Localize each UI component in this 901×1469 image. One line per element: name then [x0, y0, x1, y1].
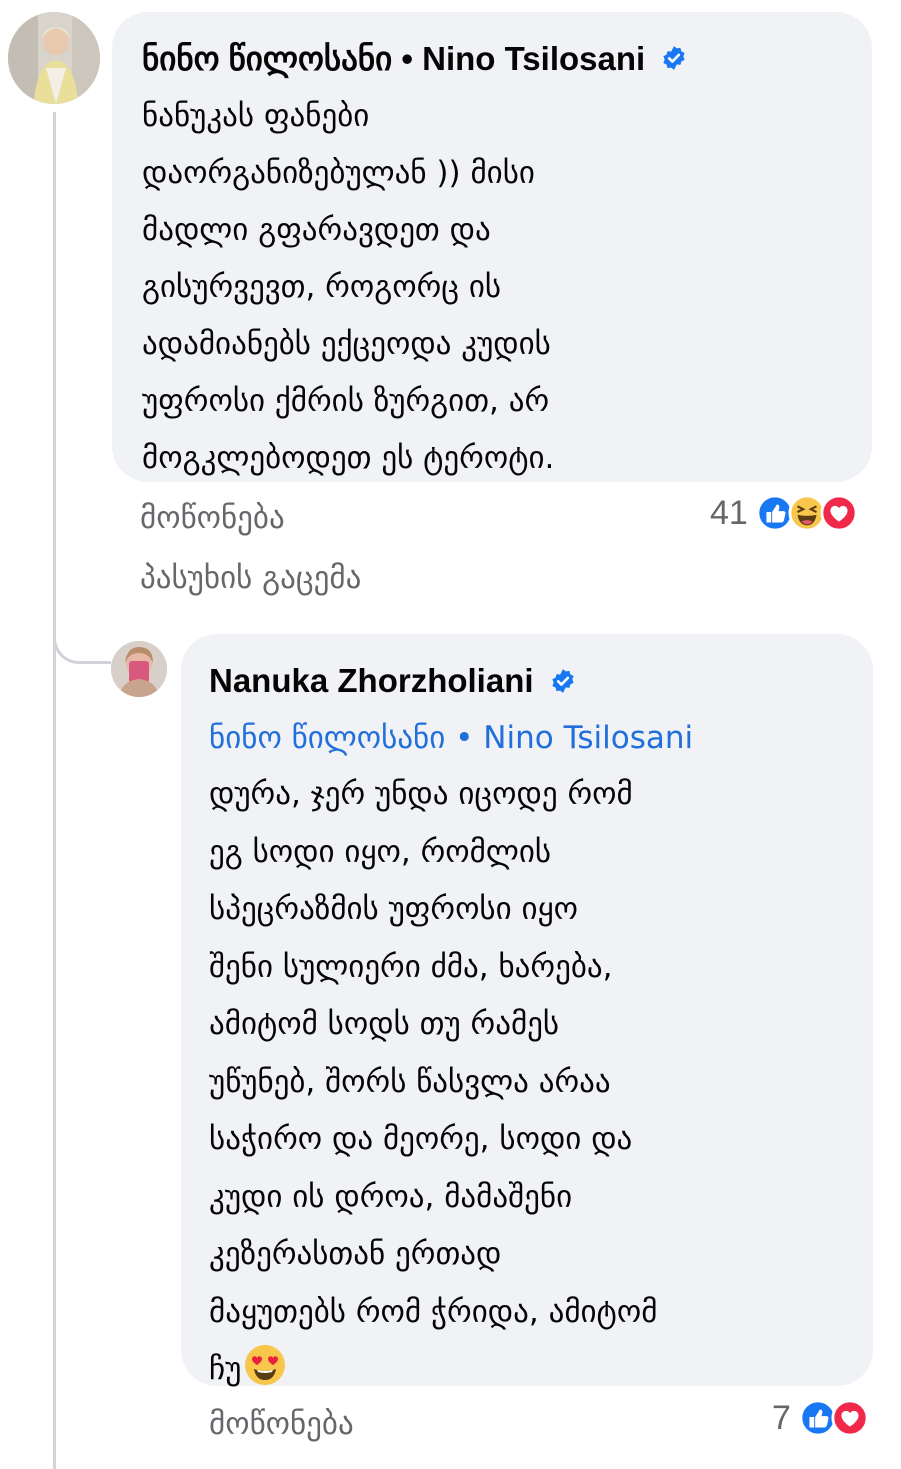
reply-reaction-count: 7 [772, 1398, 791, 1437]
verified-badge-icon [663, 46, 685, 70]
reply-avatar[interactable] [111, 641, 167, 697]
mention-link[interactable]: ნინო წილოსანი • Nino Tsilosani [209, 710, 845, 766]
heart-eyes-emoji-icon [245, 1345, 286, 1385]
comment-author[interactable]: ნინო წილოსანი • Nino Tsilosani [142, 39, 645, 78]
reply-author[interactable]: Nanuka Zhorzholiani [209, 662, 534, 700]
reply-like-button[interactable]: მოწონება [209, 1406, 354, 1442]
comment-bubble: ნინო წილოსანი • Nino Tsilosani ნანუკას ფ… [112, 12, 872, 482]
love-icon [831, 1399, 869, 1437]
like-button[interactable]: მოწონება [140, 500, 285, 536]
reply-button[interactable]: პასუხის გაცემა [140, 560, 361, 596]
avatar[interactable] [8, 12, 100, 104]
reaction-summary[interactable]: 41 [710, 493, 858, 533]
verified-badge-icon [551, 669, 574, 693]
reply-bubble: Nanuka Zhorzholiani ნინო წილოსანი • Nino… [181, 634, 873, 1387]
thread-line [53, 112, 56, 1469]
thread-branch [53, 612, 111, 664]
reply-text: დურა, ჯერ უნდა იცოდე რომ ეგ სოდი იყო, რო… [209, 766, 845, 1399]
comment-text: ნანუკას ფანები დაორგანიზებულან )) მისი მ… [142, 98, 555, 476]
love-icon [820, 494, 858, 532]
reply-text-body: დურა, ჯერ უნდა იცოდე რომ ეგ სოდი იყო, რო… [209, 776, 658, 1387]
reply-reaction-summary[interactable]: 7 [772, 1398, 869, 1438]
reaction-count: 41 [710, 493, 748, 532]
